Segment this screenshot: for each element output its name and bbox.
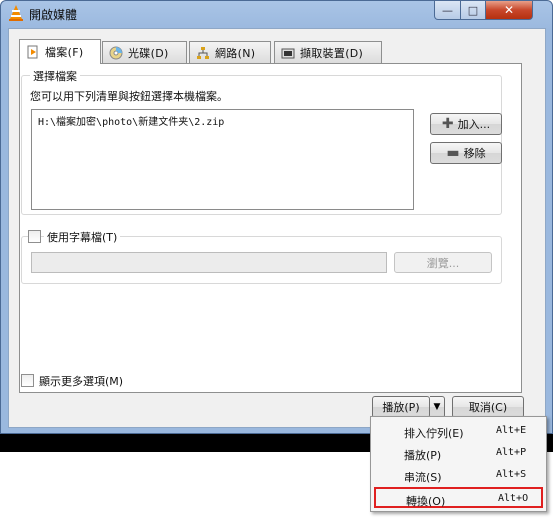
play-button[interactable]: 播放(P) (372, 396, 430, 418)
menu-item-label: 轉換(O) (406, 495, 446, 508)
menu-item-label: 串流(S) (404, 471, 442, 484)
file-list[interactable]: H:\檔案加密\photo\新建文件夹\2.zip (31, 109, 414, 210)
maximize-icon: □ (467, 3, 479, 17)
select-file-group-title: 選擇檔案 (30, 68, 80, 84)
cancel-button[interactable]: 取消(C) (452, 396, 524, 418)
minimize-icon: — (442, 3, 453, 17)
menu-item-shortcut: Alt+P (496, 447, 527, 458)
close-button[interactable]: ✕ (485, 1, 533, 20)
tab-network[interactable]: 網路(N) (189, 41, 271, 63)
select-file-description: 您可以用下列清單與按鈕選擇本機檔案。 (30, 90, 228, 103)
show-more-options-label[interactable]: 顯示更多選項(M) (39, 373, 123, 389)
subtitle-group: 使用字幕檔(T) 瀏覽... (21, 229, 502, 284)
browse-subtitle-button: 瀏覽... (394, 252, 492, 273)
menu-item-label: 排入佇列(E) (404, 427, 464, 440)
tab-network-label: 網路(N) (215, 46, 256, 60)
vlc-cone-icon (9, 5, 23, 21)
menu-item-shortcut: Alt+O (498, 493, 529, 504)
maximize-button[interactable]: □ (460, 1, 486, 20)
plus-icon: ✚ (441, 116, 454, 132)
show-more-options-checkbox[interactable] (21, 374, 34, 387)
tab-disc[interactable]: 光碟(D) (102, 41, 187, 63)
tab-capture-device-label: 擷取裝置(D) (300, 46, 364, 60)
subtitle-file-input (31, 252, 387, 273)
menu-item-shortcut: Alt+E (496, 425, 527, 436)
menu-item-play[interactable]: 播放(P) Alt+P (374, 443, 543, 464)
add-file-button[interactable]: ✚ 加入... (430, 113, 502, 135)
minus-icon: ▬ (446, 145, 460, 161)
dialog-client-area: 檔案(F) 光碟(D) 網路(N) 擷取裝置(D) 選擇檔案 您可以用下列清單與… (8, 28, 546, 428)
menu-item-enqueue[interactable]: 排入佇列(E) Alt+E (374, 421, 543, 442)
tab-disc-label: 光碟(D) (128, 46, 169, 60)
menu-item-shortcut: Alt+S (496, 469, 527, 480)
open-media-window: 開啟媒體 — □ ✕ 檔案(F) 光碟(D) 網路(N) 擷取裝置(D) 選擇檔… (0, 0, 553, 434)
file-list-item[interactable]: H:\檔案加密\photo\新建文件夹\2.zip (38, 113, 224, 128)
close-icon: ✕ (503, 3, 515, 17)
tab-file[interactable]: 檔案(F) (19, 39, 101, 64)
play-dropdown-menu: 排入佇列(E) Alt+E 播放(P) Alt+P 串流(S) Alt+S 轉換… (370, 416, 547, 512)
remove-file-label: 移除 (463, 147, 486, 160)
file-icon (27, 45, 38, 59)
tab-capture-device[interactable]: 擷取裝置(D) (274, 41, 382, 63)
disc-icon (109, 46, 123, 59)
menu-item-convert[interactable]: 轉換(O) Alt+O (374, 487, 543, 508)
select-file-group: 選擇檔案 您可以用下列清單與按鈕選擇本機檔案。 H:\檔案加密\photo\新建… (21, 68, 502, 215)
add-file-label: 加入... (457, 118, 491, 131)
minimize-button[interactable]: — (434, 1, 461, 20)
play-dropdown-button[interactable]: ▼ (430, 396, 445, 418)
use-subtitle-checkbox[interactable] (28, 230, 41, 243)
window-title: 開啟媒體 (29, 8, 78, 22)
cancel-button-label: 取消(C) (468, 401, 508, 414)
remove-file-button[interactable]: ▬ 移除 (430, 142, 502, 164)
tab-file-label: 檔案(F) (45, 46, 84, 59)
menu-item-stream[interactable]: 串流(S) Alt+S (374, 465, 543, 486)
menu-item-label: 播放(P) (404, 449, 442, 462)
chevron-down-icon: ▼ (433, 402, 441, 412)
use-subtitle-label[interactable]: 使用字幕檔(T) (44, 229, 121, 245)
network-icon (197, 46, 209, 59)
play-button-label: 播放(P) (382, 401, 420, 414)
capture-device-icon (281, 48, 295, 58)
browse-subtitle-label: 瀏覽... (426, 256, 460, 270)
